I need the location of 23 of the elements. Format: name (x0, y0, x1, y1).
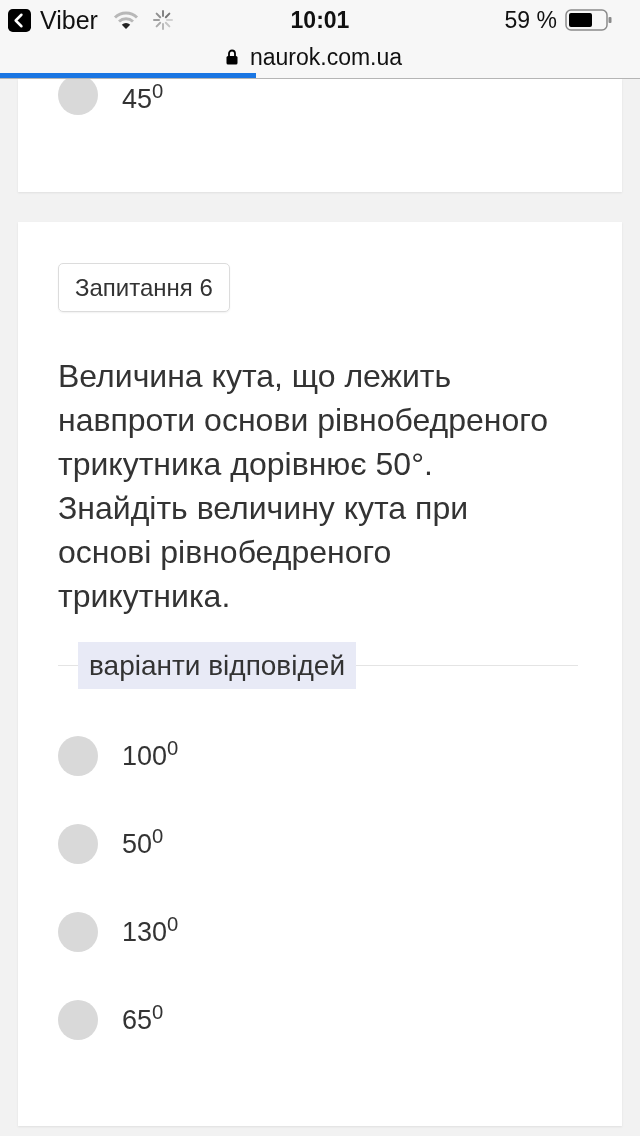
question-number-badge: Запитання 6 (58, 263, 230, 312)
radio-button[interactable] (58, 1000, 98, 1040)
answer-option-text: 45$^{0}$ (122, 84, 164, 114)
address-url[interactable]: naurok.com.ua (249, 42, 403, 71)
status-time: 10:01 (290, 6, 350, 34)
answer-option-text: 65$^{0}$ (122, 1005, 164, 1035)
back-button[interactable]: Viber (8, 5, 98, 35)
answer-option-text: 50$^{0}$ (122, 829, 164, 859)
radio-button[interactable] (58, 79, 98, 115)
answer-option-text: 100$^{0}$ (122, 741, 179, 771)
lock-icon (225, 48, 238, 65)
back-icon (8, 8, 31, 32)
radio-button[interactable] (58, 736, 98, 776)
loading-spinner-icon (152, 10, 173, 30)
question-text: Знайдіть величину кута при основі рівнобедреного трикутника. (58, 489, 470, 616)
battery-percent: 59 % (504, 6, 557, 34)
answers-heading: варіанти відповідей (78, 642, 357, 689)
question-text: Величина кута, що лежить навпроти основи рівнобедреного трикутника дорівнює 50°. (58, 357, 550, 484)
radio-button[interactable] (58, 912, 98, 952)
battery-icon (565, 9, 612, 31)
answer-option-text: 130$^{0}$ (122, 917, 179, 947)
wifi-icon (111, 10, 140, 30)
radio-button[interactable] (58, 824, 98, 864)
